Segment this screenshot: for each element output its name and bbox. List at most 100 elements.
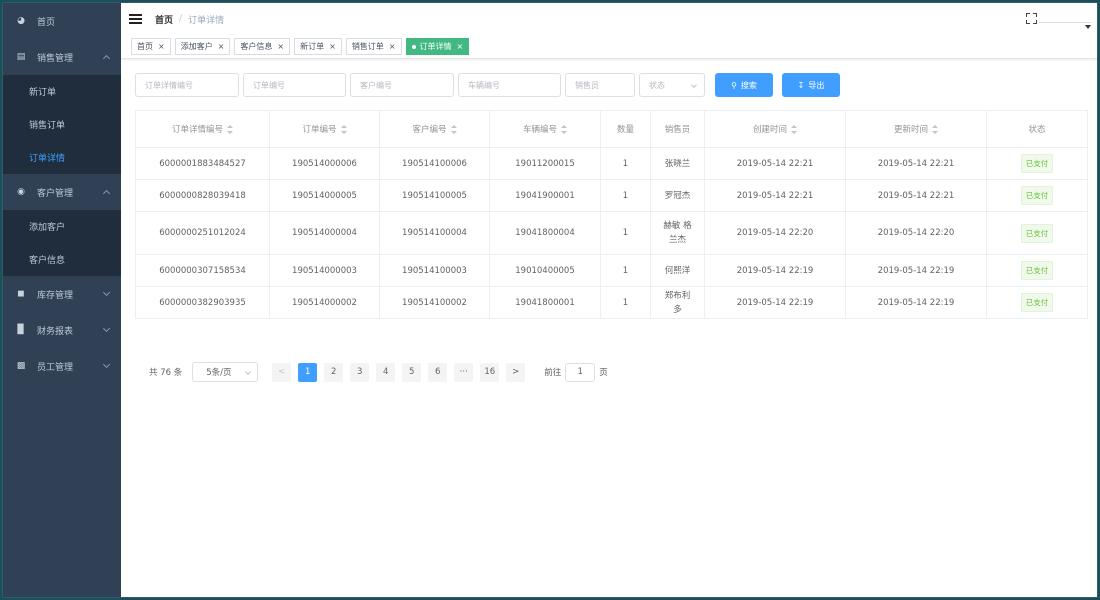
cell-value: 2019-05-14 22:20: [736, 228, 814, 238]
cell-order_no: 190514000005: [269, 179, 380, 212]
sort-caret-icon[interactable]: [932, 125, 938, 134]
chevron-down-icon: [691, 82, 697, 88]
status-select[interactable]: 状态: [639, 73, 705, 97]
salesperson-input[interactable]: 销售员: [565, 73, 635, 97]
jump-page-input[interactable]: 1: [565, 362, 596, 382]
sidebar-submenu: 添加客户 客户信息: [3, 210, 121, 276]
page-button[interactable]: 16: [480, 362, 500, 382]
user-dropdown-caret-icon[interactable]: [1085, 25, 1091, 29]
cell-value: 6000000307158534: [159, 265, 246, 276]
user-menu-underline: [1039, 22, 1091, 23]
cell-created: 2019-05-14 22:21: [704, 179, 846, 212]
badge-icon: ▩: [16, 361, 26, 371]
cell-vehicle_no: 19041800004: [489, 211, 601, 255]
close-icon[interactable]: ×: [457, 42, 464, 51]
hamburger-icon[interactable]: [129, 14, 142, 24]
sort-caret-icon[interactable]: [450, 125, 457, 134]
page-button[interactable]: 6: [428, 362, 448, 382]
cell-value: 190514000002: [292, 297, 357, 308]
more-pages-button[interactable]: ···: [454, 362, 474, 382]
sidebar-item-home[interactable]: ◕ 首页: [3, 3, 121, 39]
sidebar-group-label: 财务报表: [37, 326, 74, 337]
sidebar-subitem[interactable]: 添加客户: [3, 210, 121, 243]
page-button[interactable]: 2: [324, 362, 344, 382]
salesperson-placeholder: 销售员: [575, 80, 599, 90]
cell-status: 已支付: [986, 254, 1088, 287]
sort-caret-icon[interactable]: [227, 125, 233, 134]
cell-value: 2019-05-14 22:21: [736, 158, 814, 169]
sort-caret-icon[interactable]: [791, 125, 797, 134]
filter-bar: 订单详情编号 订单编号 客户编号 车辆编号 销售员 状态 ⚲ 搜索 ↧ 导出: [135, 73, 840, 97]
cell-value: 190514000006: [292, 158, 357, 169]
detail-no-input[interactable]: 订单详情编号: [135, 73, 239, 97]
order-no-input[interactable]: 订单编号: [243, 73, 346, 97]
page-button[interactable]: 4: [376, 362, 396, 382]
column-header[interactable]: 客户编号: [379, 110, 490, 148]
close-icon[interactable]: ×: [277, 42, 284, 51]
cell-value: 2019-05-14 22:21: [877, 158, 955, 169]
column-header-label: 数量: [616, 125, 634, 135]
cell-created: 2019-05-14 22:19: [704, 286, 846, 319]
cell-value: 6000000251012024: [159, 228, 246, 238]
tag-3[interactable]: 新订单 ×: [294, 38, 342, 55]
sidebar-group-0[interactable]: ▤ 销售管理: [3, 39, 121, 75]
cell-value: 何熙洋: [664, 265, 691, 276]
page-button[interactable]: 5: [402, 362, 422, 382]
column-header[interactable]: 车辆编号: [489, 110, 601, 148]
page-size-select[interactable]: 5条/页: [192, 362, 259, 382]
sidebar-subitem[interactable]: 客户信息: [3, 243, 121, 276]
tag-0[interactable]: 首页 ×: [131, 38, 171, 55]
sidebar-subitem[interactable]: 销售订单: [3, 108, 121, 141]
page-button[interactable]: 3: [350, 362, 370, 382]
fullscreen-icon[interactable]: [1026, 13, 1037, 24]
cell-value: 6000001883484527: [159, 158, 246, 169]
cell-detail_no: 6000001883484527: [135, 147, 270, 180]
vehicle-no-input[interactable]: 车辆编号: [458, 73, 561, 97]
cell-value: 2019-05-14 22:19: [736, 297, 814, 308]
tag-2[interactable]: 客户信息 ×: [234, 38, 291, 55]
eye-icon: ◉: [17, 187, 25, 197]
sidebar-group-4[interactable]: ▩ 员工管理: [3, 348, 121, 384]
column-header[interactable]: 订单详情编号: [135, 110, 270, 148]
cell-created: 2019-05-14 22:20: [704, 211, 846, 255]
vehicle-no-placeholder: 车辆编号: [468, 80, 500, 90]
close-icon[interactable]: ×: [389, 42, 396, 51]
cell-qty: 1: [600, 211, 651, 255]
breadcrumb-home[interactable]: 首页: [155, 13, 173, 26]
export-button[interactable]: ↧ 导出: [782, 73, 840, 97]
cell-qty: 1: [600, 179, 651, 212]
sidebar-group-3[interactable]: ▉ 财务报表: [3, 312, 121, 348]
sort-caret-icon[interactable]: [561, 125, 567, 134]
tag-1[interactable]: 添加客户 ×: [174, 38, 231, 55]
cell-vehicle_no: 19010400005: [489, 254, 601, 287]
column-header[interactable]: 订单编号: [269, 110, 380, 148]
column-header-label: 销售员: [664, 125, 691, 135]
cell-updated: 2019-05-14 22:21: [845, 147, 987, 180]
page-button[interactable]: 1: [298, 362, 318, 382]
sidebar-subitem[interactable]: 订单详情: [3, 141, 121, 174]
cell-value: 1: [622, 158, 629, 169]
next-page-button[interactable]: >: [506, 362, 526, 382]
close-icon[interactable]: ×: [158, 42, 165, 51]
cell-detail_no: 6000000828039418: [135, 179, 270, 212]
customer-no-input[interactable]: 客户编号: [350, 73, 454, 97]
column-header: 状态: [986, 110, 1088, 148]
tag-5[interactable]: 订单详情 ×: [405, 38, 470, 55]
tag-4[interactable]: 销售订单 ×: [345, 38, 402, 55]
cell-value: 19041900001: [515, 190, 575, 201]
sidebar-group-2[interactable]: ◼ 库存管理: [3, 276, 121, 312]
cell-updated: 2019-05-14 22:19: [845, 286, 987, 319]
column-header[interactable]: 创建时间: [704, 110, 846, 148]
prev-page-button[interactable]: <: [272, 362, 292, 382]
jump-suffix: 页: [599, 368, 608, 378]
sidebar-subitem[interactable]: 新订单: [3, 75, 121, 108]
sort-caret-icon[interactable]: [340, 125, 347, 134]
search-button[interactable]: ⚲ 搜索: [715, 73, 773, 97]
status-badge: 已支付: [1020, 261, 1054, 280]
close-icon[interactable]: ×: [218, 42, 225, 51]
sidebar-group-1[interactable]: ◉ 客户管理: [3, 174, 121, 210]
tag-label: 客户信息: [240, 42, 273, 51]
cell-vehicle_no: 19041900001: [489, 179, 601, 212]
close-icon[interactable]: ×: [329, 42, 336, 51]
column-header[interactable]: 更新时间: [845, 110, 987, 148]
